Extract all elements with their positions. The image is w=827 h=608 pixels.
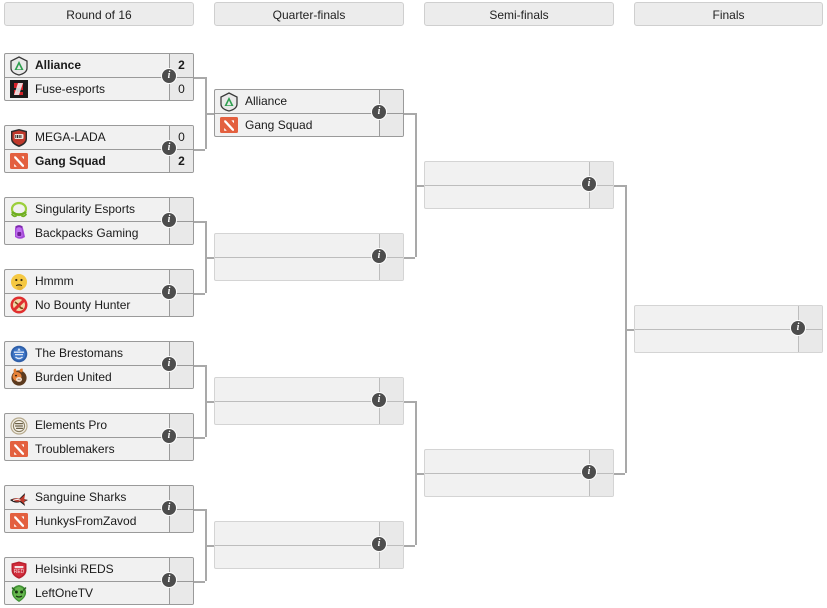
- svg-text:RED: RED: [14, 569, 25, 575]
- match-info-icon[interactable]: i: [372, 537, 386, 551]
- match-info-icon[interactable]: i: [162, 285, 176, 299]
- elements-pro-logo: [5, 415, 33, 437]
- match-info-icon[interactable]: i: [791, 321, 805, 335]
- connector-horizontal: [614, 185, 625, 187]
- match-info-icon[interactable]: i: [162, 501, 176, 515]
- team-name: Gang Squad: [245, 117, 313, 132]
- team-logo-placeholder: [215, 546, 243, 568]
- connector-horizontal: [625, 329, 634, 331]
- team-name: MEGA-LADA: [35, 130, 106, 144]
- team-logo-placeholder: [635, 307, 663, 329]
- backpack-logo: [5, 222, 33, 244]
- team-logo-placeholder: [425, 186, 453, 208]
- alliance-logo: [215, 91, 243, 113]
- dota-red-logo: [5, 510, 33, 532]
- donkey-logo: [5, 366, 33, 388]
- connector-horizontal: [194, 509, 205, 511]
- connector-horizontal: [404, 257, 415, 259]
- shark-logo: [5, 487, 33, 509]
- match-info-icon[interactable]: i: [162, 141, 176, 155]
- wreath-logo: [5, 199, 33, 221]
- connector-horizontal: [205, 257, 214, 259]
- team-logo-placeholder: [425, 163, 453, 185]
- red-shield-logo: RED: [5, 559, 33, 581]
- blue-crest-logo: [5, 343, 33, 365]
- team-name: Alliance: [35, 58, 82, 72]
- connector-horizontal: [205, 545, 214, 547]
- team-logo-placeholder: [215, 402, 243, 424]
- match-info-icon[interactable]: i: [162, 213, 176, 227]
- team-name: Hmmm: [35, 274, 74, 288]
- match-info-icon[interactable]: i: [372, 105, 386, 119]
- connector-horizontal: [194, 293, 205, 295]
- team-logo-placeholder: [215, 235, 243, 257]
- team-name: Sanguine Sharks: [35, 490, 127, 504]
- team-name: Backpacks Gaming: [35, 225, 139, 240]
- connector-horizontal: [205, 401, 214, 403]
- dota-red-logo: [5, 150, 33, 172]
- connector-horizontal: [194, 77, 205, 79]
- team-name: Singularity Esports: [35, 202, 136, 216]
- team-logo-placeholder: [215, 379, 243, 401]
- connector-horizontal: [404, 545, 415, 547]
- dota-red-logo: [5, 438, 33, 460]
- team-logo-placeholder: [215, 523, 243, 545]
- match-info-icon[interactable]: i: [162, 573, 176, 587]
- tournament-bracket: Round of 16 Quarter-finals Semi-finals Fina…: [0, 0, 827, 608]
- connector-horizontal: [194, 437, 205, 439]
- thinking-face-logo: [5, 271, 33, 293]
- team-name: HunkysFromZavod: [35, 513, 137, 528]
- no-entry-logo: [5, 294, 33, 316]
- mega-lada-logo: [5, 127, 33, 149]
- match-info-icon[interactable]: i: [582, 465, 596, 479]
- team-logo-placeholder: [635, 330, 663, 352]
- team-name: Helsinki REDS: [35, 562, 114, 576]
- team-logo-placeholder: [215, 258, 243, 280]
- team-name: Alliance: [245, 94, 288, 108]
- connector-horizontal: [194, 149, 205, 151]
- green-creature-logo: [5, 582, 33, 604]
- team-logo-placeholder: [425, 451, 453, 473]
- connector-horizontal: [614, 473, 625, 475]
- team-logo-placeholder: [425, 474, 453, 496]
- team-name: Troublemakers: [35, 441, 115, 456]
- connector-horizontal: [194, 581, 205, 583]
- connector-horizontal: [415, 185, 424, 187]
- match-info-icon[interactable]: i: [582, 177, 596, 191]
- connector-horizontal: [404, 401, 415, 403]
- team-name: Gang Squad: [35, 153, 106, 168]
- match-info-icon[interactable]: i: [162, 357, 176, 371]
- team-name: The Brestomans: [35, 346, 124, 360]
- connector-horizontal: [194, 365, 205, 367]
- alliance-logo: [5, 55, 33, 77]
- round-header-4: Finals: [634, 2, 823, 26]
- connector-horizontal: [404, 113, 415, 115]
- team-name: No Bounty Hunter: [35, 297, 131, 312]
- connector-horizontal: [194, 221, 205, 223]
- round-header-2: Quarter-finals: [214, 2, 404, 26]
- match-info-icon[interactable]: i: [372, 249, 386, 263]
- team-name: Fuse-esports: [35, 81, 106, 96]
- dota-red-logo: [215, 114, 243, 136]
- round-header-1: Round of 16: [4, 2, 194, 26]
- match-info-icon[interactable]: i: [162, 429, 176, 443]
- match-info-icon[interactable]: i: [372, 393, 386, 407]
- team-name: Elements Pro: [35, 418, 108, 432]
- connector-horizontal: [415, 473, 424, 475]
- team-name: LeftOneTV: [35, 585, 94, 600]
- match-info-icon[interactable]: i: [162, 69, 176, 83]
- team-name: Burden United: [35, 369, 112, 384]
- round-header-3: Semi-finals: [424, 2, 614, 26]
- fuse-esports-logo: [5, 78, 33, 100]
- connector-horizontal: [205, 113, 214, 115]
